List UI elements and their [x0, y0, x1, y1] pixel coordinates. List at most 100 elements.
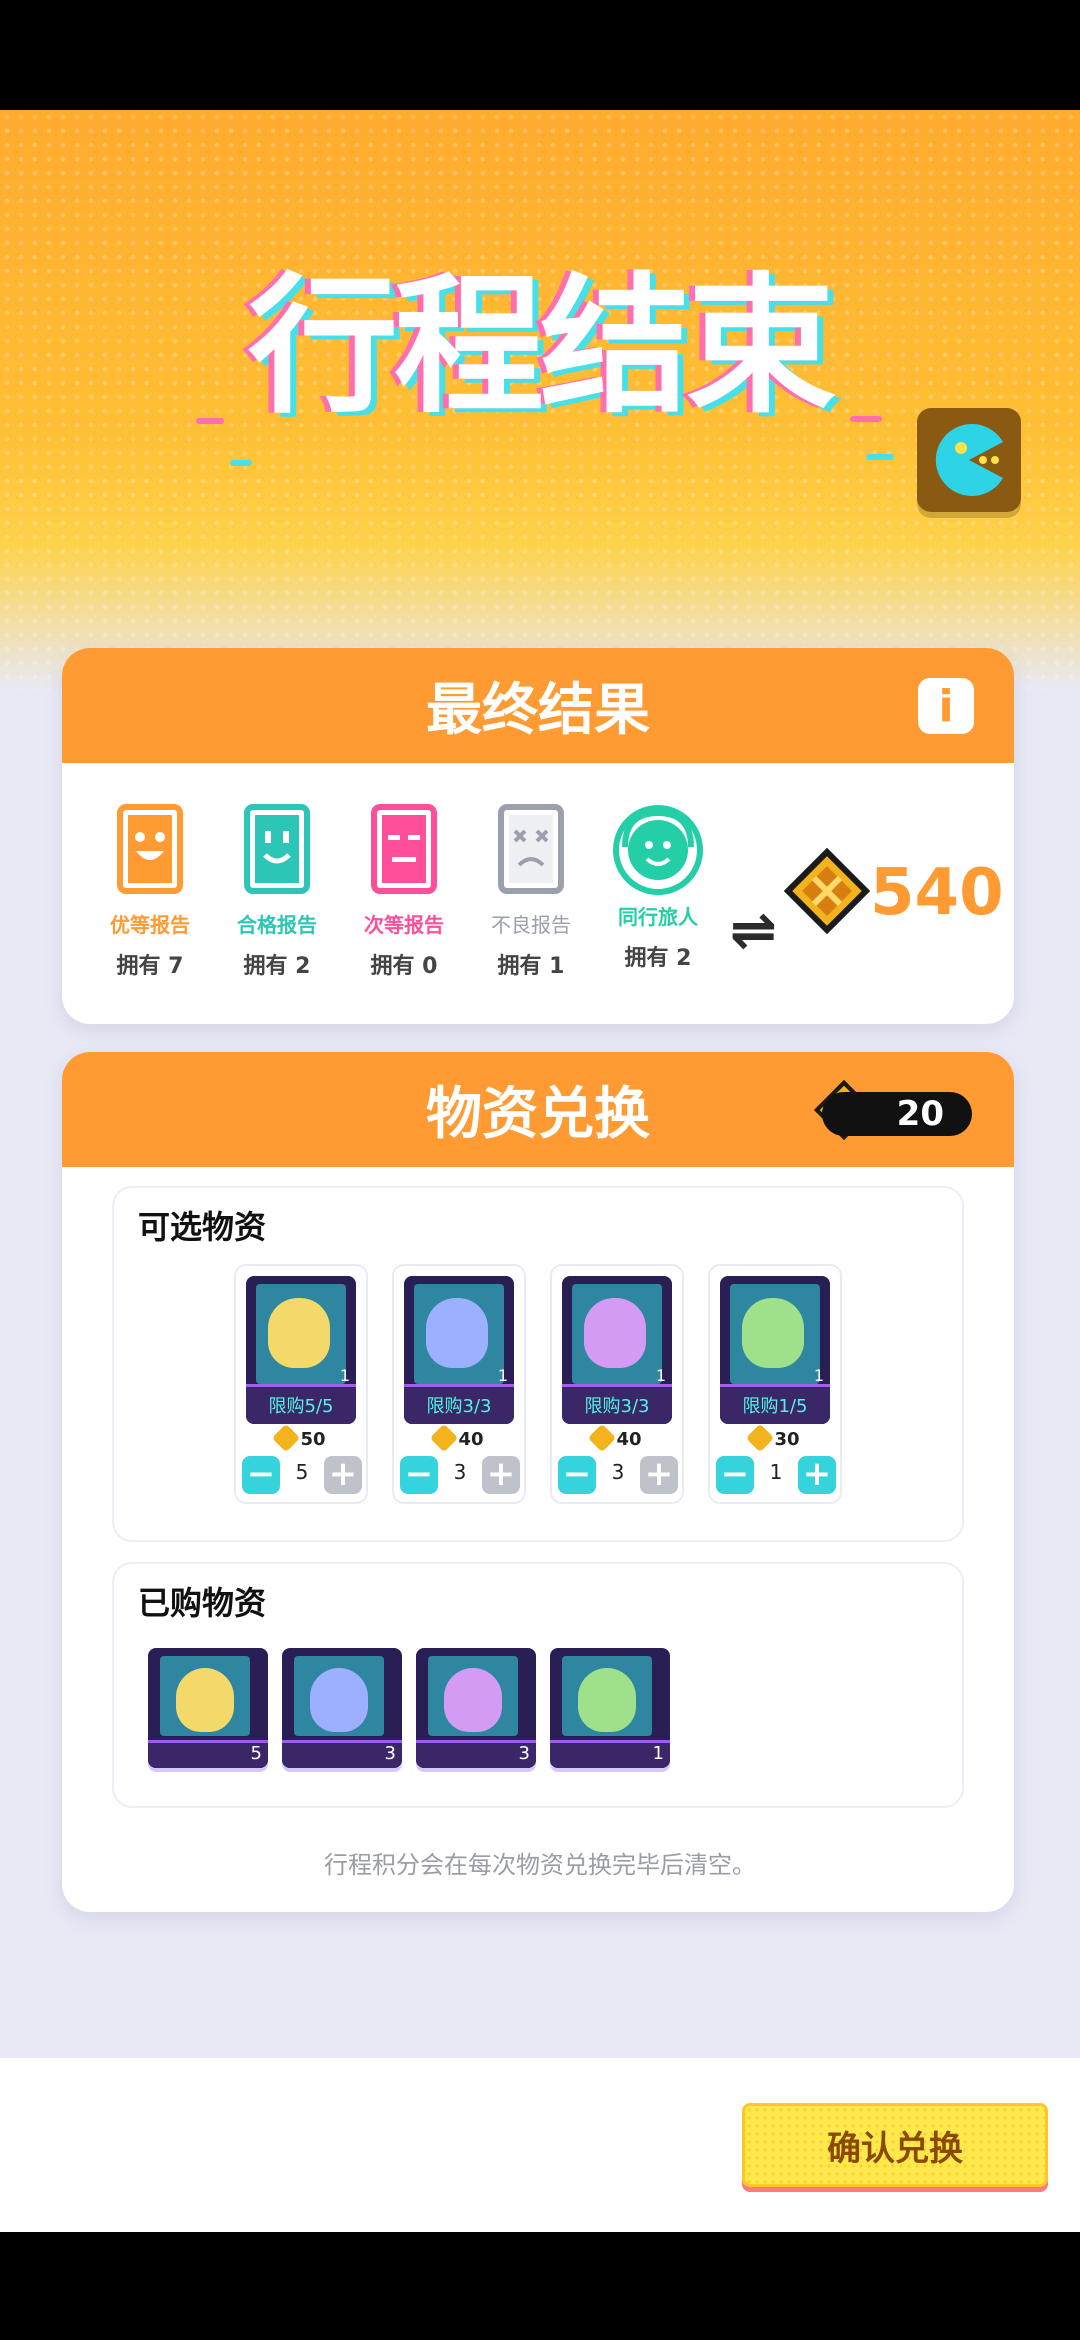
supply-item[interactable]: 1 限购1/5 30 − 1 + — [708, 1264, 842, 1504]
item-price: 40 — [394, 1423, 524, 1453]
report-own: 拥有 1 — [497, 954, 565, 979]
purchase-limit: 限购1/5 — [742, 1396, 808, 1417]
confirm-exchange-button[interactable]: 确认兑换 — [742, 2103, 1048, 2187]
purchase-limit: 限购3/3 — [426, 1396, 492, 1417]
quantity-value: 5 — [295, 1460, 309, 1484]
report-excellent: 优等报告 拥有 7 — [90, 803, 210, 980]
item-count: 1 — [813, 1366, 824, 1385]
item-count: 1 — [655, 1366, 666, 1385]
character-portrait: 1 限购3/3 — [404, 1276, 514, 1424]
final-result-card: 最终结果 i 优等报告 拥有 7 合格报告 拥有 2 次等报告 拥有 0 不良报… — [62, 648, 1014, 1024]
section-title: 可选物资 — [138, 1208, 267, 1246]
increase-button[interactable]: + — [798, 1456, 836, 1494]
points-balance: 20 — [822, 1092, 972, 1136]
price-value: 50 — [300, 1429, 326, 1450]
exchange-arrows-icon: ⇌ — [730, 898, 777, 963]
balance-value: 20 — [896, 1094, 944, 1134]
headset-companion-icon — [613, 805, 703, 895]
pacman-icon — [935, 424, 1003, 496]
supply-item[interactable]: 1 限购5/5 50 − 5 + — [234, 1264, 368, 1504]
supply-item[interactable]: 1 限购3/3 40 − 3 + — [550, 1264, 684, 1504]
purchased-item: 1 — [550, 1648, 670, 1768]
purchased-supplies-section: 已购物资 5 3 3 1 — [112, 1562, 964, 1808]
character-portrait: 1 限购5/5 — [246, 1276, 356, 1424]
purchased-item: 5 — [148, 1648, 268, 1768]
purchased-count: 1 — [652, 1743, 664, 1764]
report-pass: 合格报告 拥有 2 — [217, 803, 337, 980]
final-result-title: 最终结果 — [426, 678, 650, 743]
report-own: 拥有 7 — [116, 954, 184, 979]
increase-button[interactable]: + — [482, 1456, 520, 1494]
purchased-count: 3 — [518, 1743, 530, 1764]
item-price: 40 — [552, 1423, 682, 1453]
coin-icon — [783, 847, 871, 938]
quantity-value: 1 — [769, 1460, 783, 1484]
points-reset-note: 行程积分会在每次物资兑换完毕后清空。 — [324, 1851, 756, 1879]
purchased-count: 3 — [384, 1743, 396, 1764]
report-own: 拥有 2 — [624, 946, 692, 971]
quantity-stepper: − 1 + — [716, 1456, 836, 1496]
report-label: 次等报告 — [364, 913, 444, 937]
report-own: 拥有 0 — [370, 954, 438, 979]
page-title-text: 行程结束 — [247, 260, 836, 434]
status-bar — [0, 0, 1080, 110]
purchased-item: 3 — [416, 1648, 536, 1768]
increase-button[interactable]: + — [640, 1456, 678, 1494]
optional-supplies-section: 可选物资 1 限购5/5 50 − 5 + 1 限购3/3 40 − 3 + 1… — [112, 1186, 964, 1542]
happy-report-icon — [117, 804, 183, 894]
purchased-count: 5 — [250, 1743, 262, 1764]
decrease-button[interactable]: − — [716, 1456, 754, 1494]
price-value: 30 — [774, 1429, 800, 1450]
coin-icon — [746, 1423, 775, 1453]
quantity-stepper: − 3 + — [558, 1456, 678, 1496]
smile-report-icon — [244, 804, 310, 894]
report-label: 同行旅人 — [618, 905, 698, 929]
section-title: 已购物资 — [138, 1584, 267, 1622]
supply-exchange-header: 物资兑换 20 — [62, 1052, 1014, 1167]
item-count: 1 — [339, 1366, 350, 1385]
supply-exchange-title: 物资兑换 — [426, 1082, 650, 1147]
price-value: 40 — [458, 1429, 484, 1450]
purchase-limit: 限购3/3 — [584, 1396, 650, 1417]
decrease-button[interactable]: − — [242, 1456, 280, 1494]
report-companion: 同行旅人 拥有 2 — [598, 803, 718, 972]
info-button[interactable]: i — [918, 678, 974, 734]
coin-icon — [588, 1423, 617, 1453]
report-label: 合格报告 — [237, 913, 317, 937]
confirm-exchange-label: 确认兑换 — [827, 2128, 963, 2169]
coin-icon — [272, 1423, 301, 1453]
final-result-header: 最终结果 i — [62, 648, 1014, 763]
report-label: 不良报告 — [491, 913, 571, 937]
purchased-item: 3 — [282, 1648, 402, 1768]
coin-icon — [430, 1423, 459, 1453]
supply-item[interactable]: 1 限购3/3 40 − 3 + — [392, 1264, 526, 1504]
decrease-button[interactable]: − — [400, 1456, 438, 1494]
quantity-stepper: − 3 + — [400, 1456, 520, 1496]
quantity-stepper: − 5 + — [242, 1456, 362, 1496]
increase-button[interactable]: + — [324, 1456, 362, 1494]
info-icon: i — [938, 680, 954, 732]
decrease-button[interactable]: − — [558, 1456, 596, 1494]
sad-report-icon — [498, 804, 564, 894]
navigation-bar — [0, 2232, 1080, 2340]
glitch-line — [866, 454, 894, 460]
report-inferior: 次等报告 拥有 0 — [344, 803, 464, 980]
quantity-value: 3 — [453, 1460, 467, 1484]
report-bad: 不良报告 拥有 1 — [471, 803, 591, 980]
pacman-button[interactable] — [917, 408, 1021, 512]
meh-report-icon — [371, 804, 437, 894]
glitch-line — [230, 460, 252, 466]
report-own: 拥有 2 — [243, 954, 311, 979]
total-points: 540 — [870, 856, 1004, 930]
report-label: 优等报告 — [110, 913, 190, 937]
item-count: 1 — [497, 1366, 508, 1385]
page-title: 行程结束 — [0, 225, 1080, 442]
price-value: 40 — [616, 1429, 642, 1450]
item-price: 50 — [236, 1423, 366, 1453]
item-price: 30 — [710, 1423, 840, 1453]
supply-exchange-card: 物资兑换 20 可选物资 1 限购5/5 50 − 5 + 1 限购3/3 40… — [62, 1052, 1014, 1912]
purchase-limit: 限购5/5 — [268, 1396, 334, 1417]
character-portrait: 1 限购3/3 — [562, 1276, 672, 1424]
character-portrait: 1 限购1/5 — [720, 1276, 830, 1424]
quantity-value: 3 — [611, 1460, 625, 1484]
